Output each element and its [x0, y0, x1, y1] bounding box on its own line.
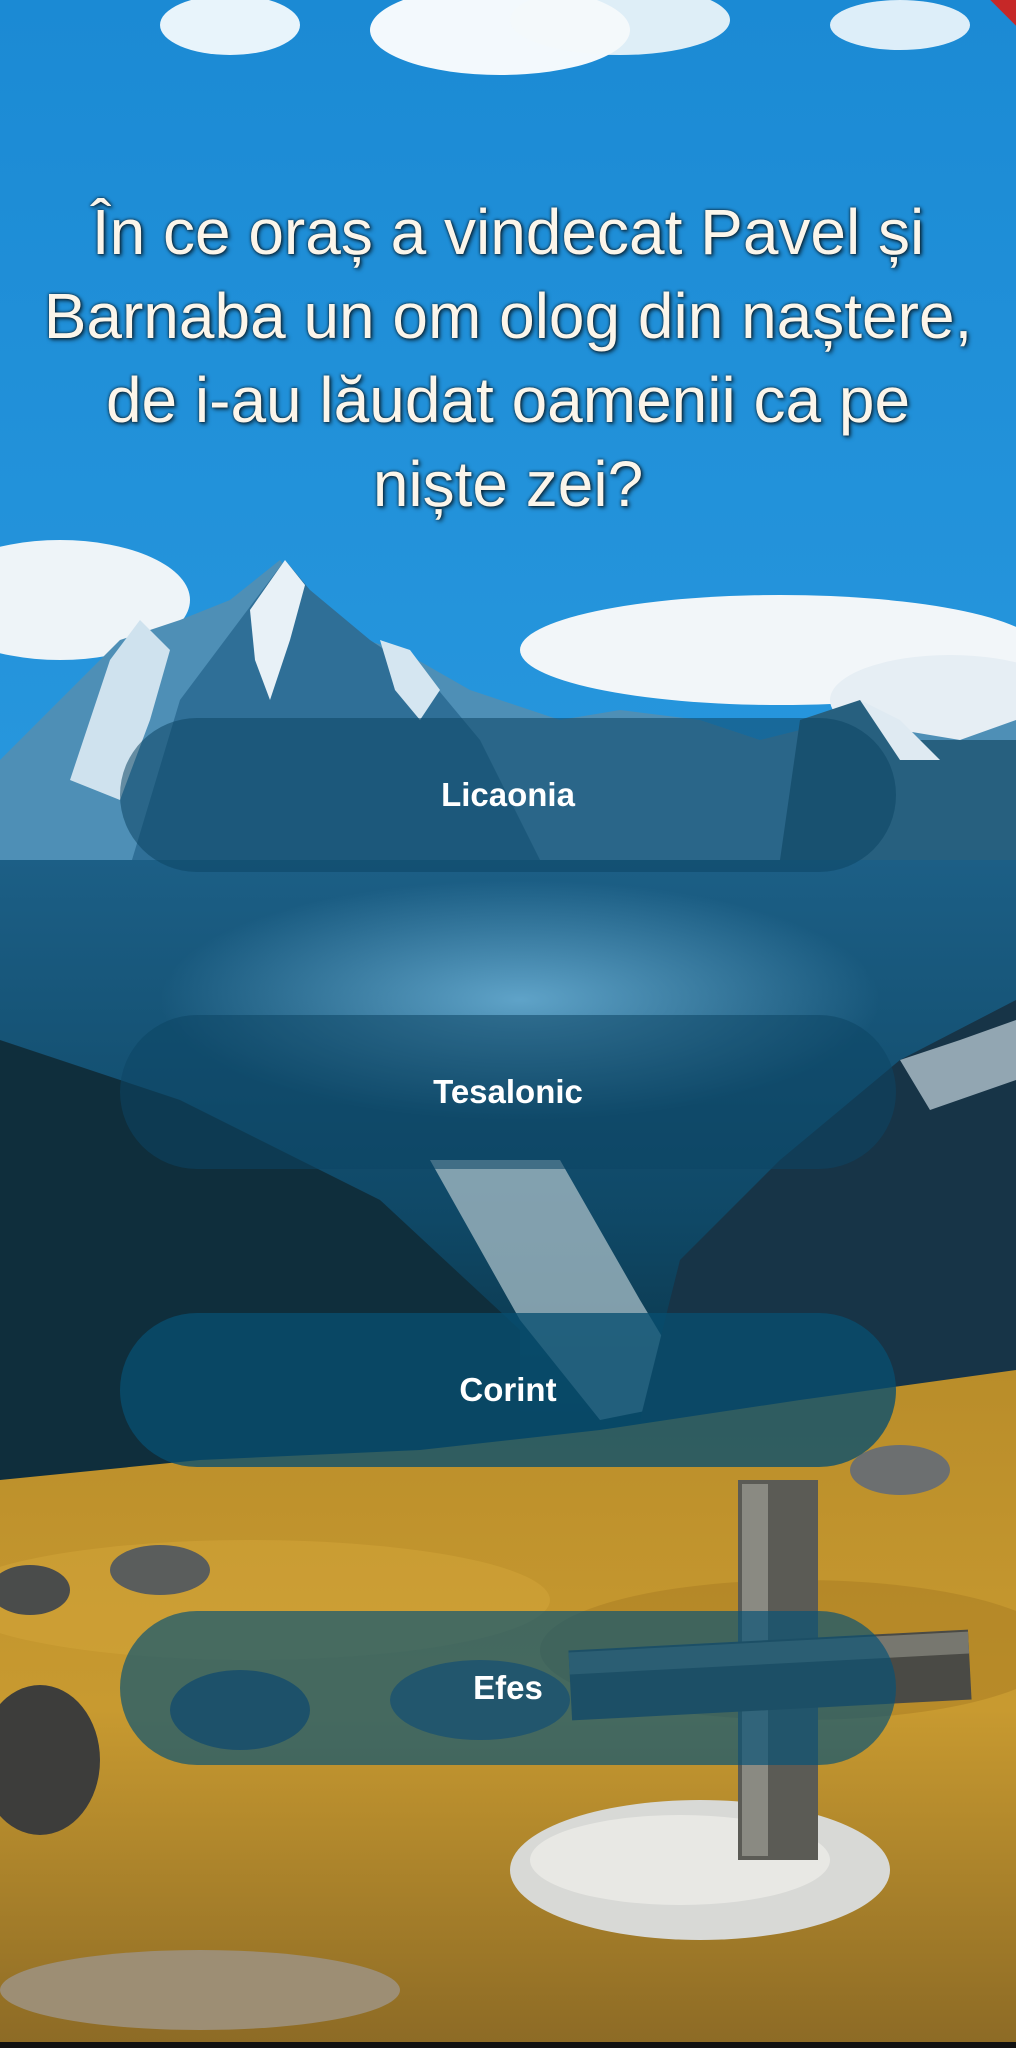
answer-button-licaonia[interactable]: Licaonia — [120, 718, 896, 872]
answer-button-corint[interactable]: Corint — [120, 1313, 896, 1467]
answer-button-tesalonic[interactable]: Tesalonic — [120, 1015, 896, 1169]
question-text: În ce oraș a vindecat Pavel și Barnaba u… — [43, 196, 973, 520]
quiz-screen: În ce oraș a vindecat Pavel și Barnaba u… — [0, 0, 1016, 2048]
answer-button-efes[interactable]: Efes — [120, 1611, 896, 1765]
debug-banner — [956, 0, 1016, 60]
